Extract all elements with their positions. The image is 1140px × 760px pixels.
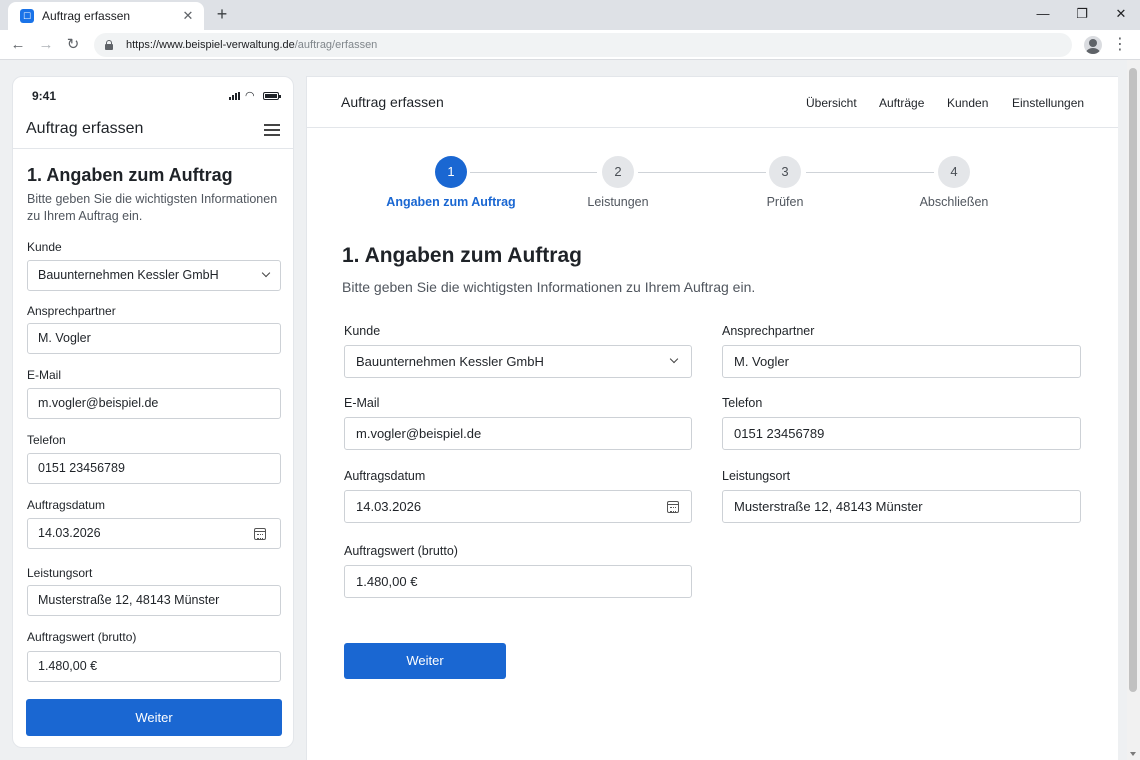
stepper-connector [470, 172, 597, 173]
mobile-auftragsdatum-value: 14.03.2026 [38, 526, 101, 540]
mobile-leistungsort-label: Leistungsort [27, 566, 93, 580]
leistungsort-label: Leistungsort [722, 469, 791, 483]
mobile-leistungsort-input[interactable]: Musterstraße 12, 48143 Münster [27, 585, 281, 616]
desktop-preview: Auftrag erfassen Übersicht Aufträge Kund… [306, 76, 1118, 760]
mobile-email-input[interactable]: m.vogler@beispiel.de [27, 388, 281, 419]
mobile-kunde-value: Bauunternehmen Kessler GmbH [38, 268, 219, 282]
site-favicon-icon: ☐ [20, 9, 34, 23]
nav-link-einstellungen[interactable]: Einstellungen [1012, 96, 1084, 110]
page-content: 9:41 ◠ Auftrag erfassen 1. Angaben zum A… [0, 60, 1140, 760]
calendar-icon[interactable] [667, 501, 679, 513]
auftragsdatum-value: 14.03.2026 [356, 499, 422, 514]
page-scrollbar[interactable] [1127, 60, 1140, 760]
browser-tab[interactable]: ☐ Auftrag erfassen ✕ [8, 2, 204, 30]
calendar-icon[interactable] [254, 528, 266, 540]
ansprechpartner-label: Ansprechpartner [722, 324, 815, 338]
mobile-auftragswert-label: Auftragswert (brutto) [27, 630, 137, 644]
mobile-ansprechpartner-label: Ansprechpartner [27, 304, 116, 318]
email-label: E-Mail [344, 396, 380, 410]
wifi-icon: ◠ [245, 90, 255, 102]
mobile-ansprechpartner-input[interactable]: M. Vogler [27, 323, 281, 354]
mobile-status-bar: 9:41 ◠ [13, 77, 293, 113]
auftragswert-label: Auftragswert (brutto) [344, 544, 458, 558]
step-2-label: Leistungen [587, 195, 649, 209]
restore-icon[interactable]: ❐ [1071, 4, 1093, 24]
mobile-auftragsdatum-input[interactable]: 14.03.2026 [27, 518, 281, 549]
browser-toolbar: ← → ↻ https://www.beispiel-verwaltung.de… [0, 30, 1140, 60]
mobile-auftragsdatum-label: Auftragsdatum [27, 498, 106, 512]
status-time: 9:41 [32, 89, 57, 103]
mobile-next-button[interactable]: Weiter [26, 699, 282, 736]
lock-icon [104, 40, 114, 50]
mobile-preview: 9:41 ◠ Auftrag erfassen 1. Angaben zum A… [12, 76, 294, 748]
stepper-connector [806, 172, 934, 173]
tab-title: Auftrag erfassen [42, 9, 131, 23]
kunde-select[interactable]: Bauunternehmen Kessler GmbH [344, 345, 692, 378]
step-1-indicator[interactable]: 1 [435, 156, 467, 188]
leistungsort-input[interactable]: Musterstraße 12, 48143 Münster [722, 490, 1081, 523]
mobile-app-bar: Auftrag erfassen [13, 113, 293, 149]
minimize-icon[interactable]: — [1032, 4, 1054, 24]
kunde-label: Kunde [344, 324, 381, 338]
step-3-label: Prüfen [766, 195, 804, 209]
kunde-value: Bauunternehmen Kessler GmbH [356, 354, 544, 369]
mobile-kunde-label: Kunde [27, 240, 62, 254]
step-1-label: Angaben zum Auftrag [386, 195, 516, 209]
telefon-input[interactable]: 0151 23456789 [722, 417, 1081, 450]
back-arrow-icon[interactable]: ← [8, 35, 28, 55]
browser-tab-bar: ☐ Auftrag erfassen ✕ + — ❐ ✕ [0, 0, 1140, 30]
new-tab-icon[interactable]: + [212, 5, 232, 25]
auftragswert-input[interactable]: 1.480,00 € [344, 565, 692, 598]
step-3-indicator[interactable]: 3 [769, 156, 801, 188]
ansprechpartner-input[interactable]: M. Vogler [722, 345, 1081, 378]
battery-icon [263, 92, 281, 100]
mobile-telefon-input[interactable]: 0151 23456789 [27, 453, 281, 484]
chevron-down-icon [261, 268, 271, 278]
step-4-indicator[interactable]: 4 [938, 156, 970, 188]
nav-link-kunden[interactable]: Kunden [947, 96, 988, 110]
chevron-down-icon [669, 354, 679, 364]
mobile-intro-text: Bitte geben Sie die wichtigsten Informat… [27, 192, 278, 223]
mobile-section-heading: 1. Angaben zum Auftrag [27, 165, 233, 185]
auftragsdatum-input[interactable]: 14.03.2026 [344, 490, 692, 523]
scroll-down-icon[interactable] [1130, 752, 1136, 756]
scrollbar-thumb[interactable] [1129, 68, 1137, 692]
url-host: https://www.beispiel-verwaltung.de [126, 39, 295, 51]
menu-icon[interactable] [264, 124, 280, 136]
close-window-icon[interactable]: ✕ [1110, 4, 1132, 24]
reload-icon[interactable]: ↻ [63, 35, 83, 55]
desktop-header: Auftrag erfassen Übersicht Aufträge Kund… [307, 77, 1118, 128]
close-tab-icon[interactable]: ✕ [180, 8, 196, 24]
profile-avatar-icon[interactable] [1084, 36, 1102, 54]
email-input[interactable]: m.vogler@beispiel.de [344, 417, 692, 450]
next-button[interactable]: Weiter [344, 643, 506, 679]
auftragsdatum-label: Auftragsdatum [344, 469, 426, 483]
desktop-intro-text: Bitte geben Sie die wichtigsten Informat… [342, 279, 756, 295]
browser-menu-icon[interactable]: ⋮ [1112, 35, 1128, 55]
step-4-label: Abschließen [919, 195, 989, 209]
url-path: /auftrag/erfassen [294, 39, 378, 51]
step-2-indicator[interactable]: 2 [602, 156, 634, 188]
mobile-telefon-label: Telefon [27, 433, 66, 447]
desktop-header-title: Auftrag erfassen [341, 94, 444, 110]
stepper-connector [638, 172, 766, 173]
address-bar[interactable]: https://www.beispiel-verwaltung.de/auftr… [94, 33, 1072, 57]
mobile-auftragswert-input[interactable]: 1.480,00 € [27, 651, 281, 682]
mobile-kunde-select[interactable]: Bauunternehmen Kessler GmbH [27, 260, 281, 291]
desktop-section-heading: 1. Angaben zum Auftrag [342, 244, 582, 267]
forward-arrow-icon[interactable]: → [36, 35, 56, 55]
nav-link-uebersicht[interactable]: Übersicht [806, 96, 857, 110]
cellular-signal-icon [229, 92, 241, 100]
mobile-app-title: Auftrag erfassen [26, 120, 144, 137]
telefon-label: Telefon [722, 396, 763, 410]
mobile-email-label: E-Mail [27, 368, 62, 382]
nav-link-auftraege[interactable]: Aufträge [879, 96, 924, 110]
